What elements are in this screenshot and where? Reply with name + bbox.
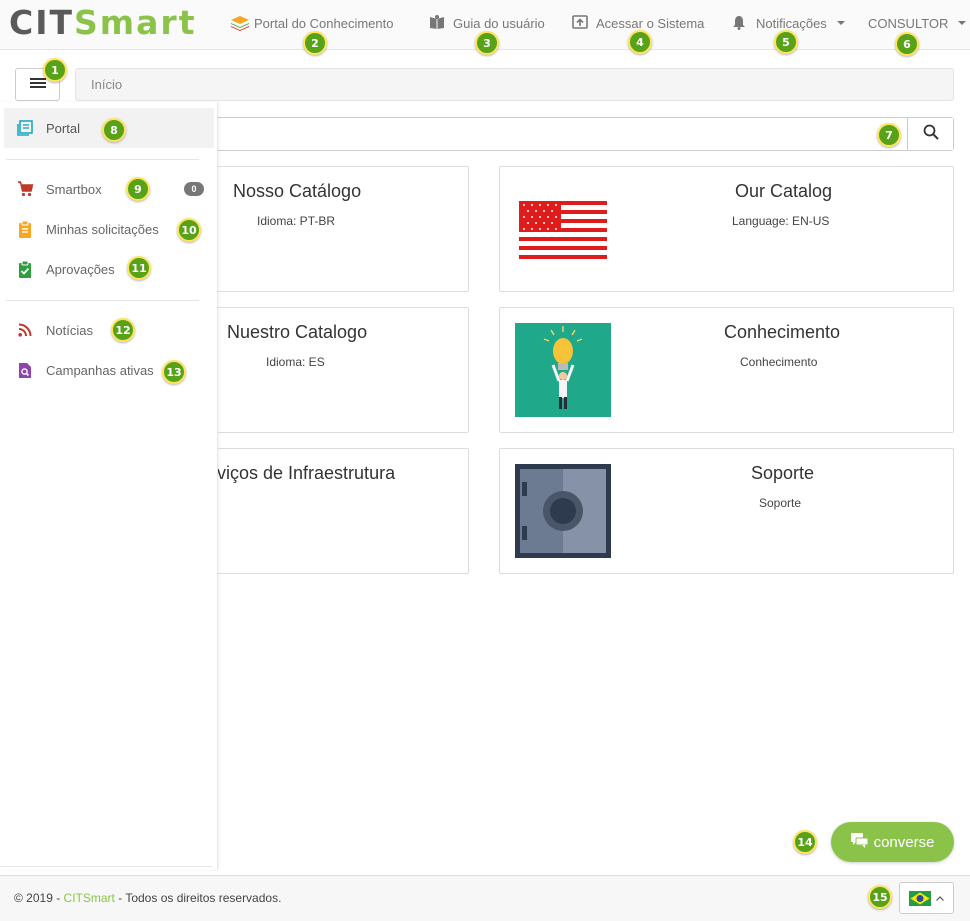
footer-copyright-prefix: © 2019 -: [14, 891, 64, 905]
cart-icon: [16, 180, 34, 198]
callout-badge: 11: [127, 256, 151, 280]
catalog-subtitle: Idioma: ES: [266, 355, 325, 369]
converse-chat-button[interactable]: converse: [831, 822, 954, 862]
nav-user-guide[interactable]: Guia do usuário: [429, 14, 545, 32]
catalog-title: Soporte: [751, 463, 815, 483]
catalog-title: Our Catalog: [735, 181, 833, 201]
catalog-subtitle: Language: EN-US: [732, 214, 830, 228]
brazil-flag-icon: [909, 890, 931, 906]
sidebar-item-aprovacoes[interactable]: Aprovações: [4, 249, 214, 289]
portal-icon: [16, 119, 34, 137]
catalog-title: Nosso Catálogo: [233, 181, 362, 201]
search-icon: [923, 124, 939, 145]
sidebar-divider: [6, 300, 199, 301]
callout-badge: 9: [126, 177, 150, 201]
catalog-subtitle: Conhecimento: [740, 355, 818, 369]
footer-brand-link[interactable]: CITSmart: [64, 891, 115, 905]
logo-part-smart: Smart: [74, 3, 197, 42]
user-name-label: CONSULTOR: [868, 15, 949, 31]
citsmart-logo[interactable]: CITSmart: [9, 4, 197, 42]
callout-badge: 2: [303, 31, 327, 55]
sidebar-bottom-divider: [0, 866, 212, 867]
language-selector[interactable]: [899, 882, 954, 914]
nav-guide-label: Guia do usuário: [453, 15, 545, 31]
sidebar-item-label: Aprovações: [46, 261, 115, 277]
catalog-title: Nuestro Catalogo: [227, 322, 368, 342]
callout-badge: 12: [111, 318, 135, 342]
open-in-browser-icon: [572, 15, 590, 31]
rss-icon: [16, 321, 34, 339]
callout-badge: 13: [162, 360, 186, 384]
approval-icon: [16, 260, 34, 278]
catalog-title: Conhecimento: [724, 322, 841, 342]
catalog-title: rviços de Infraestrutura: [211, 463, 396, 483]
catalog-card-soporte[interactable]: Soporte Soporte: [499, 448, 954, 574]
nav-notifications-label: Notificações: [756, 15, 827, 31]
logo-part-cit: CIT: [9, 3, 75, 42]
breadcrumb-home[interactable]: Início: [91, 77, 122, 92]
callout-badge: 15: [868, 885, 892, 909]
us-flag-image: [519, 201, 607, 261]
callout-badge: 14: [793, 830, 817, 854]
callout-badge: 4: [628, 30, 652, 54]
callout-badge: 5: [774, 30, 798, 54]
book-icon: [429, 15, 447, 31]
breadcrumb: Início: [75, 68, 954, 101]
search-input[interactable]: [211, 118, 908, 150]
sidebar-item-label: Portal: [46, 120, 80, 136]
sidebar-item-label: Smartbox: [46, 181, 102, 197]
footer: © 2019 - CITSmart - Todos os direitos re…: [0, 875, 970, 921]
chat-icon: [850, 832, 869, 852]
sidebar-item-label: Minhas solicitações: [46, 221, 159, 237]
menu-icon: [29, 76, 46, 94]
chevron-down-icon: [836, 21, 845, 25]
sidebar-item-smartbox[interactable]: Smartbox 0: [4, 169, 214, 209]
nav-portal-label: Portal do Conhecimento: [254, 15, 394, 31]
smartbox-count-badge: 0: [184, 182, 204, 196]
lightbulb-image: [515, 323, 611, 417]
converse-label: converse: [873, 833, 935, 851]
search-button[interactable]: [907, 118, 953, 150]
sidebar-divider: [6, 159, 199, 160]
clipboard-icon: [16, 220, 34, 238]
catalog-card-en-us[interactable]: Our Catalog Language: EN-US: [499, 166, 954, 292]
safe-image: [515, 464, 611, 558]
sidebar-item-noticias[interactable]: Notícias: [4, 310, 214, 350]
bell-icon: [732, 15, 750, 31]
sidebar: Portal Smartbox 0 Minhas solicitações Ap…: [0, 102, 218, 870]
callout-badge: 6: [895, 32, 919, 56]
campaign-icon: [16, 361, 34, 379]
callout-badge: 3: [475, 31, 499, 55]
layers-icon: [230, 15, 249, 31]
sidebar-item-label: Notícias: [46, 322, 93, 338]
callout-badge: 8: [102, 118, 126, 142]
callout-badge: 1: [43, 58, 67, 82]
callout-badge: 7: [877, 123, 901, 147]
chevron-down-icon: [958, 21, 967, 25]
nav-access-label: Acessar o Sistema: [596, 15, 705, 31]
catalog-subtitle: Soporte: [759, 496, 802, 510]
callout-badge: 10: [177, 218, 201, 242]
search-bar: [210, 117, 954, 151]
catalog-card-conhecimento[interactable]: Conhecimento Conhecimento: [499, 307, 954, 433]
sidebar-item-label: Campanhas ativas: [46, 362, 154, 378]
nav-portal-conhecimento[interactable]: Portal do Conhecimento: [230, 14, 393, 32]
nav-user-menu[interactable]: CONSULTOR: [868, 14, 967, 32]
footer-copyright-suffix: - Todos os direitos reservados.: [114, 891, 282, 905]
chevron-up-icon: [936, 895, 944, 901]
catalog-subtitle: Idioma: PT-BR: [257, 214, 336, 228]
